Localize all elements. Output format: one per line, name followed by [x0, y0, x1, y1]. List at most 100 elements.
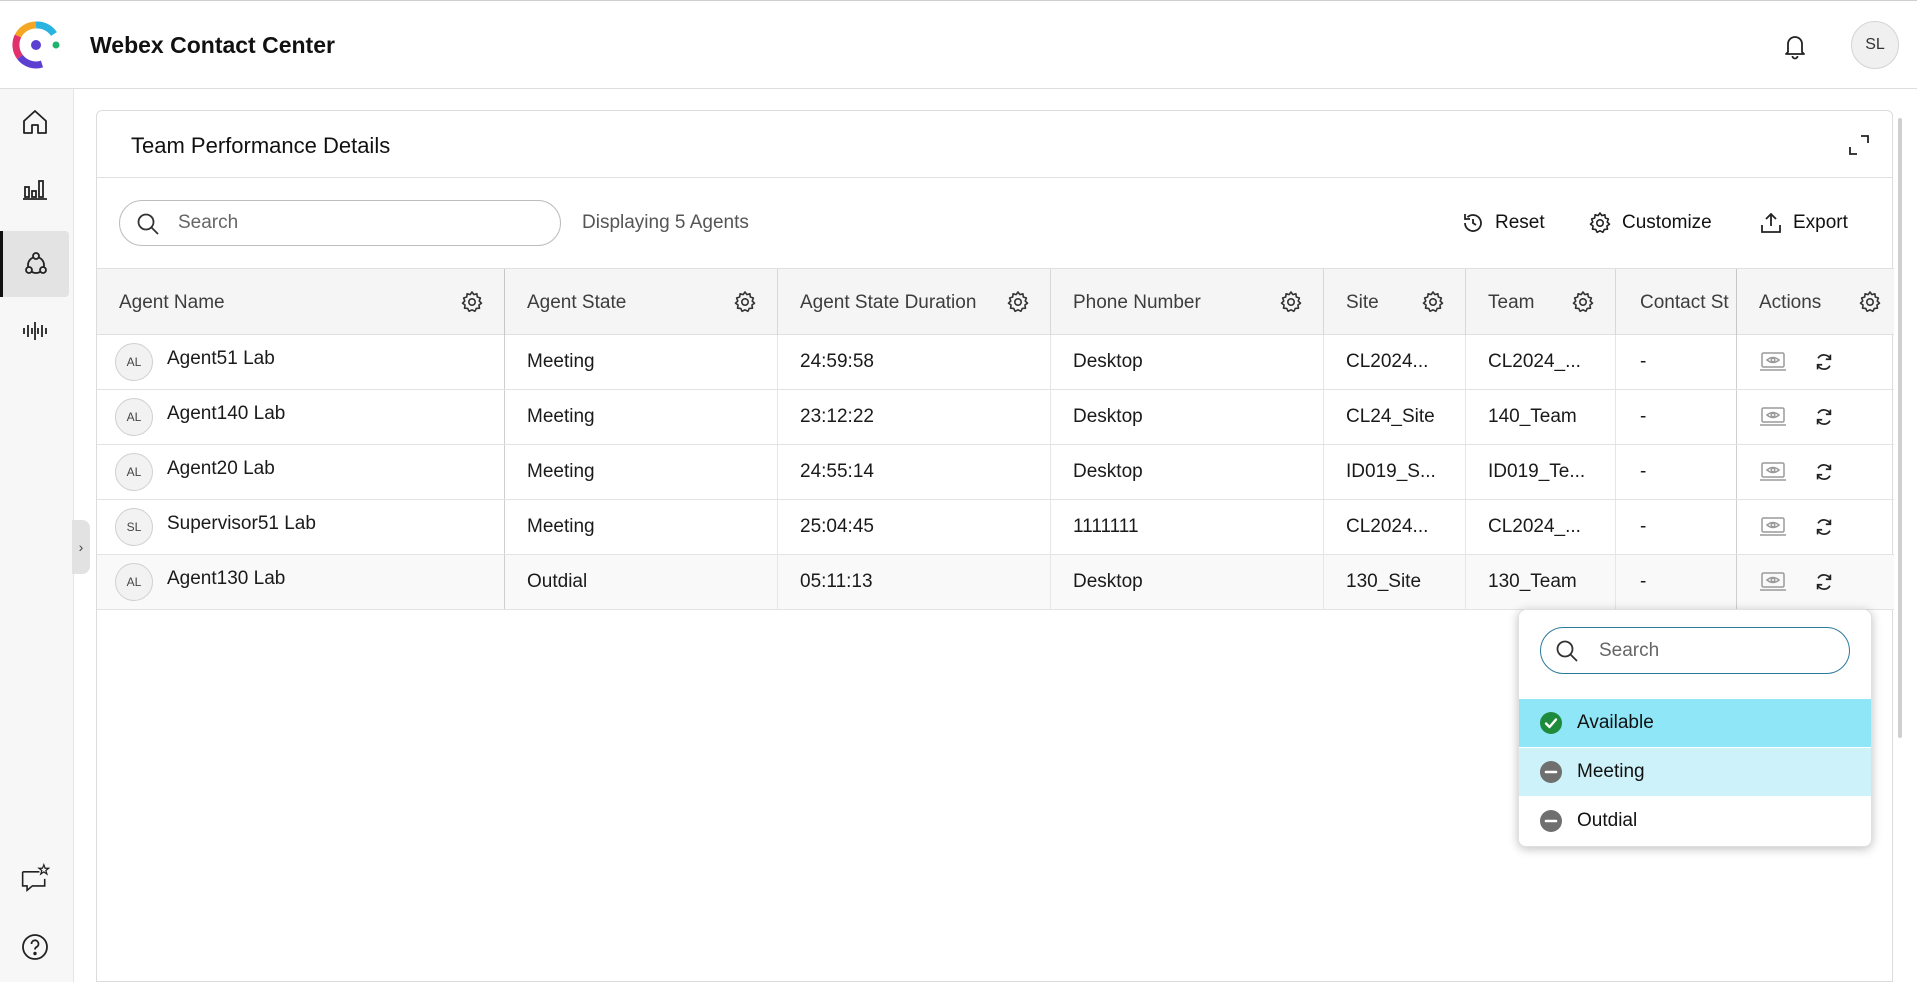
monitor-eye-icon[interactable]: [1759, 405, 1787, 429]
agent-name-cell: AL Agent140 Lab: [97, 390, 505, 444]
contact-status-cell: -: [1616, 335, 1737, 389]
agent-state-duration-cell: 05:11:13: [778, 555, 1051, 609]
export-button[interactable]: Export: [1759, 207, 1848, 239]
team-cell: 140_Team: [1466, 390, 1616, 444]
column-header-contact-status[interactable]: Contact St: [1616, 269, 1737, 336]
agent-state-cell: Meeting: [505, 445, 778, 499]
customize-button[interactable]: Customize: [1588, 207, 1712, 239]
agent-state-cell: Meeting: [505, 390, 778, 444]
table-row[interactable]: AL Agent130 Lab Outdial 05:11:13 Desktop 130_…: [97, 555, 1894, 610]
agent-name: Agent51 Lab: [167, 348, 275, 369]
refresh-icon[interactable]: [1813, 515, 1835, 539]
table-row[interactable]: AL Agent51 Lab Meeting 24:59:58 Desktop CL202…: [97, 335, 1894, 390]
monitor-eye-icon[interactable]: [1759, 515, 1787, 539]
agent-avatar: AL: [115, 563, 153, 601]
team-icon: [25, 252, 47, 274]
refresh-icon[interactable]: [1813, 405, 1835, 429]
dropdown-option-outdial[interactable]: Outdial: [1519, 797, 1871, 845]
user-avatar[interactable]: SL: [1851, 21, 1899, 69]
refresh-icon[interactable]: [1813, 460, 1835, 484]
actions-cell: [1737, 445, 1894, 499]
column-label: Agent Name: [119, 291, 225, 313]
reset-button[interactable]: Reset: [1461, 207, 1545, 239]
search-input[interactable]: [178, 209, 538, 237]
phone-number-cell: Desktop: [1051, 555, 1324, 609]
agent-avatar: AL: [115, 398, 153, 436]
phone-number-cell: Desktop: [1051, 390, 1324, 444]
table-row[interactable]: AL Agent140 Lab Meeting 23:12:22 Desktop CL24…: [97, 390, 1894, 445]
gear-icon: [1589, 212, 1611, 234]
column-header-agent-name[interactable]: Agent Name: [97, 269, 505, 336]
agent-name: Supervisor51 Lab: [167, 513, 316, 534]
dropdown-search-input[interactable]: [1599, 637, 1829, 665]
monitor-eye-icon[interactable]: [1759, 460, 1787, 484]
actions-cell: [1737, 335, 1894, 389]
search-icon: [137, 213, 159, 235]
table-row[interactable]: SL Supervisor51 Lab Meeting 25:04:45 1111111…: [97, 500, 1894, 555]
agent-name: Agent20 Lab: [167, 458, 275, 479]
contact-status-cell: -: [1616, 555, 1737, 609]
column-header-agent-state-duration[interactable]: Agent State Duration: [778, 269, 1051, 336]
dropdown-option-available[interactable]: Available: [1519, 699, 1871, 747]
column-header-agent-state[interactable]: Agent State: [505, 269, 778, 336]
site-cell: CL24_Site: [1324, 390, 1466, 444]
contact-status-cell: -: [1616, 445, 1737, 499]
monitor-eye-icon[interactable]: [1759, 350, 1787, 374]
agent-search[interactable]: [119, 200, 561, 246]
team-performance-panel: Team Performance Details Displaying 5 Ag…: [96, 110, 1894, 982]
site-cell: CL2024...: [1324, 500, 1466, 554]
table-row[interactable]: AL Agent20 Lab Meeting 24:55:14 Desktop ID019…: [97, 445, 1894, 500]
webex-logo-icon: [12, 21, 60, 69]
page-scrollbar[interactable]: [1898, 118, 1902, 738]
reset-label: Reset: [1495, 212, 1545, 233]
agent-name-cell: AL Agent51 Lab: [97, 335, 505, 389]
sidebar-item-analytics[interactable]: [0, 155, 69, 221]
bell-icon[interactable]: [1780, 31, 1810, 61]
minus-circle-icon: [1540, 761, 1562, 783]
column-settings-gear-icon[interactable]: [1279, 290, 1303, 314]
check-circle-icon: [1540, 712, 1562, 734]
sidebar-item-recordings[interactable]: [0, 298, 69, 364]
expand-icon[interactable]: [1847, 133, 1871, 157]
sidebar-item-home[interactable]: [0, 89, 69, 155]
bar-chart-icon: [22, 180, 47, 200]
monitor-eye-icon[interactable]: [1759, 570, 1787, 594]
column-header-phone-number[interactable]: Phone Number: [1051, 269, 1324, 336]
customize-label: Customize: [1622, 212, 1712, 233]
column-settings-gear-icon[interactable]: [1421, 290, 1445, 314]
agent-avatar: SL: [115, 508, 153, 546]
export-icon: [1761, 212, 1781, 233]
column-settings-gear-icon[interactable]: [1571, 290, 1595, 314]
dropdown-option-meeting[interactable]: Meeting: [1519, 748, 1871, 796]
column-header-actions[interactable]: Actions: [1737, 269, 1894, 336]
panel-divider: [97, 177, 1892, 178]
column-header-site[interactable]: Site: [1324, 269, 1466, 336]
sidebar-item-help[interactable]: [0, 914, 69, 980]
column-settings-gear-icon[interactable]: [1006, 290, 1030, 314]
sidebar-item-team-performance[interactable]: [0, 231, 69, 297]
table-header: Agent Name Agent State Agent State Durat…: [97, 268, 1894, 336]
minus-circle-icon: [1540, 810, 1562, 832]
sidebar-collapse-handle[interactable]: ›: [72, 520, 90, 574]
column-settings-gear-icon[interactable]: [1858, 290, 1882, 314]
column-settings-gear-icon[interactable]: [460, 290, 484, 314]
agent-state-duration-cell: 24:59:58: [778, 335, 1051, 389]
phone-number-cell: Desktop: [1051, 335, 1324, 389]
team-cell: CL2024_...: [1466, 335, 1616, 389]
column-header-team[interactable]: Team: [1466, 269, 1616, 336]
agent-name: Agent130 Lab: [167, 568, 286, 589]
agent-name-cell: AL Agent130 Lab: [97, 555, 505, 609]
column-settings-gear-icon[interactable]: [733, 290, 757, 314]
agent-name-cell: AL Agent20 Lab: [97, 445, 505, 499]
agent-state-duration-cell: 25:04:45: [778, 500, 1051, 554]
sidebar-item-feedback[interactable]: [0, 845, 69, 911]
agent-state-dropdown: Available Meeting Outdial: [1518, 609, 1872, 847]
dropdown-search[interactable]: [1540, 627, 1850, 674]
agent-name: Agent140 Lab: [167, 403, 286, 424]
refresh-icon[interactable]: [1813, 570, 1835, 594]
actions-cell: [1737, 500, 1894, 554]
column-label: Agent State Duration: [800, 291, 977, 313]
column-label: Contact St: [1640, 291, 1729, 313]
refresh-icon[interactable]: [1813, 350, 1835, 374]
team-cell: CL2024_...: [1466, 500, 1616, 554]
